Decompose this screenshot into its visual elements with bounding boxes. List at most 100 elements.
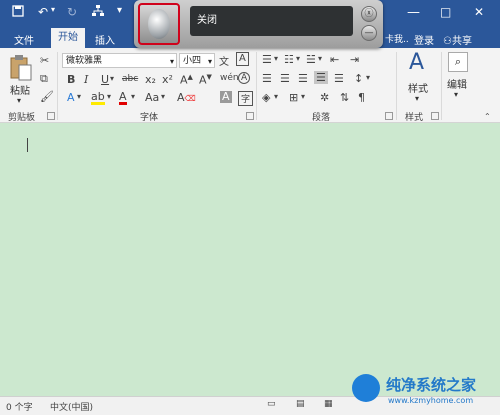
chevron-down-icon[interactable]: ▾: [454, 90, 458, 99]
restore-icon[interactable]: □: [440, 5, 451, 19]
styles-group-label: 样式: [405, 113, 424, 123]
clipboard-launcher-icon[interactable]: [47, 112, 55, 120]
enclosed-char-icon[interactable]: 字: [238, 91, 254, 106]
justify-icon[interactable]: ☰: [314, 71, 328, 84]
speech-close-button[interactable]: ⓧ: [361, 6, 377, 22]
language-indicator[interactable]: 中文(中国): [50, 400, 93, 413]
read-mode-icon[interactable]: ▭: [267, 399, 276, 409]
show-marks-icon[interactable]: ¶: [358, 91, 365, 104]
text-effects-icon[interactable]: A: [67, 91, 75, 104]
search-icon[interactable]: ⌕: [448, 52, 468, 72]
distributed-icon[interactable]: ☰: [334, 72, 344, 85]
highlight-icon[interactable]: ab: [91, 91, 105, 105]
wubi-icon[interactable]: 文: [219, 53, 229, 68]
paragraph-launcher-icon[interactable]: [385, 112, 393, 120]
microphone-icon: [148, 9, 170, 39]
paste-button[interactable]: 粘贴: [10, 82, 30, 97]
align-right-icon[interactable]: ☰: [298, 72, 308, 85]
underline-button[interactable]: U: [101, 73, 109, 86]
shrink-font-icon[interactable]: A▼: [199, 73, 212, 87]
customize-dropdown-icon[interactable]: ▾: [117, 5, 122, 16]
cut-icon[interactable]: ✂: [40, 54, 49, 67]
font-launcher-icon[interactable]: [246, 112, 254, 120]
chevron-down-icon[interactable]: ▾: [131, 92, 135, 101]
copy-icon[interactable]: ⧉: [40, 72, 48, 86]
styles-launcher-icon[interactable]: [431, 112, 439, 120]
tab-insert[interactable]: 插入: [95, 32, 115, 47]
save-icon[interactable]: [12, 5, 24, 20]
char-shading-icon[interactable]: A: [220, 91, 232, 103]
microphone-button[interactable]: [138, 3, 180, 45]
decrease-indent-icon[interactable]: ⇤: [330, 53, 339, 66]
pinyin-icon[interactable]: wén: [220, 73, 239, 83]
editing-button[interactable]: 编辑: [447, 76, 467, 91]
speech-recognition-bar: 关闭 ⓧ —: [134, 0, 383, 48]
superscript-button[interactable]: x²: [162, 73, 173, 86]
italic-button[interactable]: I: [84, 73, 88, 86]
align-center-icon[interactable]: ☰: [280, 72, 290, 85]
subscript-button[interactable]: x₂: [145, 73, 156, 86]
styles-icon[interactable]: A: [409, 50, 424, 75]
clear-format-icon[interactable]: A⌫: [177, 91, 196, 104]
paste-dropdown-icon[interactable]: ▾: [17, 96, 21, 105]
chevron-down-icon[interactable]: ▾: [107, 92, 111, 101]
align-left-icon[interactable]: ☰: [262, 72, 272, 85]
redo-icon[interactable]: ↻: [67, 5, 77, 19]
chevron-down-icon: ▾: [169, 57, 174, 66]
format-painter-icon[interactable]: 🖌: [40, 90, 54, 103]
close-icon[interactable]: ✕: [474, 5, 484, 19]
numbering-icon[interactable]: ☷: [284, 53, 294, 66]
chevron-down-icon[interactable]: ▾: [77, 92, 81, 101]
bold-button[interactable]: B: [67, 73, 75, 86]
speech-minimize-button[interactable]: —: [361, 25, 377, 41]
divider: [256, 52, 257, 120]
print-layout-icon[interactable]: ▤: [296, 399, 305, 409]
collapse-ribbon-icon[interactable]: ⌃: [484, 112, 491, 121]
chevron-down-icon[interactable]: ▾: [366, 73, 370, 82]
word-count[interactable]: 0 个字: [6, 400, 33, 413]
font-name-select[interactable]: 微软雅黑 ▾: [62, 53, 177, 68]
speech-status-display: 关闭: [190, 6, 353, 36]
minimize-icon[interactable]: —: [407, 5, 420, 20]
chevron-down-icon[interactable]: ▾: [274, 92, 278, 101]
sort-icon[interactable]: ⇅: [340, 91, 349, 104]
char-border-icon[interactable]: A: [236, 52, 249, 66]
chevron-down-icon[interactable]: ▾: [274, 54, 278, 63]
web-layout-icon[interactable]: ▦: [324, 399, 333, 409]
document-area[interactable]: [0, 123, 500, 396]
tab-truncated[interactable]: 卡我..: [385, 32, 409, 45]
borders-icon[interactable]: ⊞: [289, 91, 298, 104]
tree-icon[interactable]: [92, 5, 104, 20]
chevron-down-icon[interactable]: ▾: [318, 54, 322, 63]
tab-home[interactable]: 开始: [51, 28, 85, 48]
font-color-icon[interactable]: A: [119, 91, 127, 105]
font-name-value: 微软雅黑: [66, 56, 103, 66]
tab-file[interactable]: 文件: [14, 32, 34, 47]
styles-button[interactable]: 样式: [408, 80, 428, 95]
chevron-down-icon[interactable]: ▾: [296, 54, 300, 63]
font-size-select[interactable]: 小四 ▾: [179, 53, 215, 68]
shading-icon[interactable]: ◈: [262, 91, 270, 104]
login-link[interactable]: 登录: [414, 32, 434, 47]
grow-font-icon[interactable]: A▲: [180, 73, 193, 87]
paste-icon[interactable]: [8, 54, 34, 82]
undo-icon[interactable]: ↶: [38, 5, 48, 19]
share-button[interactable]: ⚇共享: [443, 32, 495, 47]
change-case-button[interactable]: Aa: [145, 91, 159, 104]
asian-layout-icon[interactable]: ✲: [320, 91, 329, 104]
line-spacing-icon[interactable]: ↕: [354, 72, 363, 85]
logo-circle-icon: [352, 374, 380, 402]
bullets-icon[interactable]: ☰: [262, 53, 272, 66]
strikethrough-button[interactable]: abc: [122, 74, 138, 84]
chevron-down-icon[interactable]: ▾: [110, 74, 114, 83]
chevron-down-icon[interactable]: ▾: [415, 94, 419, 103]
font-size-value: 小四: [183, 56, 202, 66]
person-icon: ⚇: [443, 36, 452, 47]
multilevel-list-icon[interactable]: ☱: [306, 53, 316, 66]
divider: [441, 52, 442, 120]
chevron-down-icon[interactable]: ▾: [161, 92, 165, 101]
chevron-down-icon[interactable]: ▾: [301, 92, 305, 101]
increase-indent-icon[interactable]: ⇥: [350, 53, 359, 66]
enclose-char-icon[interactable]: A: [238, 72, 251, 84]
undo-dropdown-icon[interactable]: ▾: [51, 5, 55, 14]
